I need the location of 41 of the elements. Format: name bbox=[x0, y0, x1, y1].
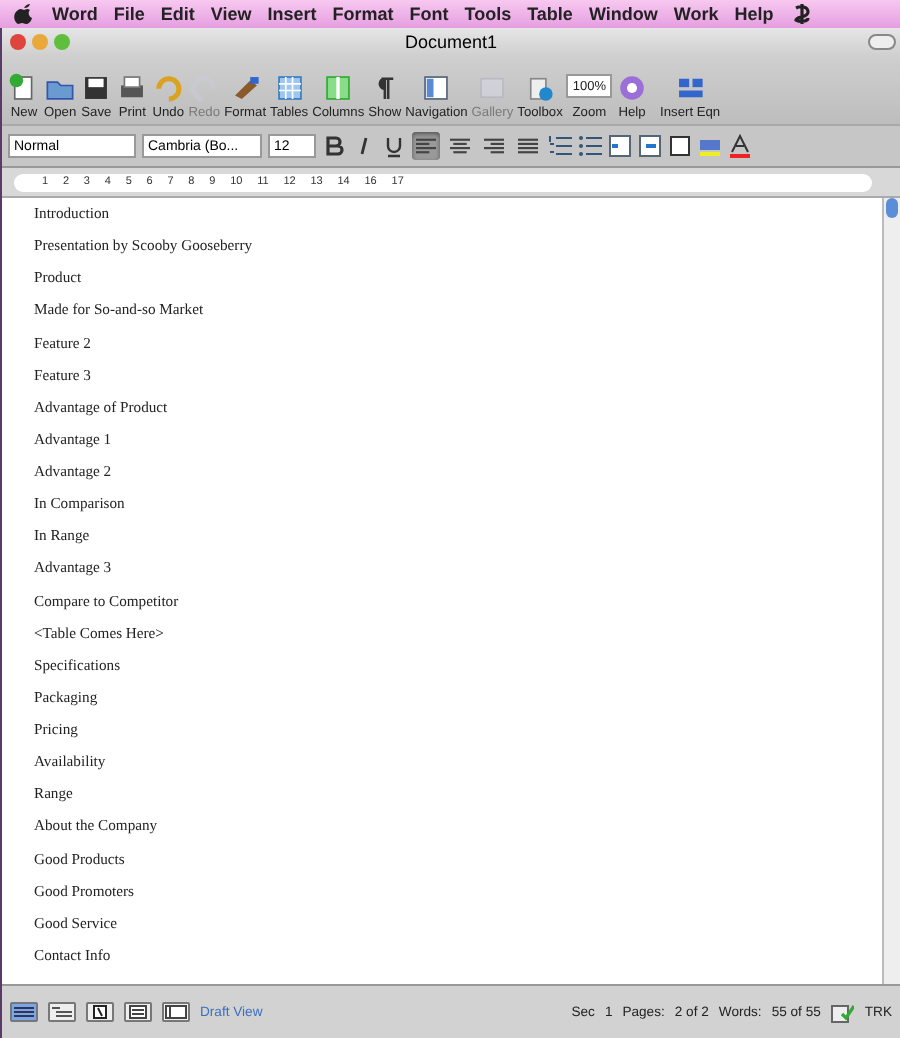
menu-item[interactable]: Window bbox=[588, 4, 658, 24]
underline-icon[interactable] bbox=[382, 134, 406, 158]
book-check-icon[interactable] bbox=[830, 1000, 855, 1024]
notebook-view-button[interactable] bbox=[162, 1002, 190, 1022]
menu-item[interactable]: Insert bbox=[267, 4, 317, 24]
table-grid-icon bbox=[273, 72, 306, 104]
apple-logo-icon[interactable] bbox=[12, 2, 36, 26]
font-color-icon[interactable] bbox=[728, 134, 752, 158]
help-icon bbox=[616, 72, 649, 104]
numbered-list-icon[interactable] bbox=[548, 134, 572, 158]
menu-item[interactable]: Font bbox=[409, 4, 449, 24]
menu-item[interactable]: Edit bbox=[160, 4, 195, 24]
menu-item[interactable]: Tools bbox=[464, 4, 512, 24]
menu-item[interactable]: Help bbox=[734, 4, 774, 24]
menu-item[interactable]: Format bbox=[332, 4, 394, 24]
menu-item[interactable]: Work bbox=[673, 4, 719, 24]
app-menu[interactable]: Word bbox=[52, 4, 98, 24]
paintbrush-icon bbox=[229, 72, 262, 104]
toolbox-icon bbox=[524, 72, 557, 104]
publishing-view-button[interactable] bbox=[86, 1002, 114, 1022]
bold-icon[interactable] bbox=[322, 134, 346, 158]
scroll-thumb[interactable] bbox=[886, 198, 898, 218]
sidebar-panel-icon bbox=[420, 72, 453, 104]
gallery-icon bbox=[476, 72, 509, 104]
draft-view-button[interactable] bbox=[10, 1002, 38, 1022]
window-title: Document1 bbox=[404, 32, 498, 52]
menu-item[interactable]: View bbox=[210, 4, 252, 24]
align-left-button[interactable] bbox=[412, 132, 440, 160]
toolbar-toggle-button[interactable] bbox=[868, 34, 896, 50]
bulleted-list-icon[interactable] bbox=[578, 134, 602, 158]
vertical-scrollbar[interactable] bbox=[882, 198, 900, 984]
menu-item[interactable]: File bbox=[113, 4, 145, 24]
close-button[interactable] bbox=[10, 34, 26, 50]
increase-indent-icon[interactable] bbox=[638, 134, 662, 158]
decrease-indent-icon[interactable] bbox=[608, 134, 632, 158]
script-icon[interactable] bbox=[789, 2, 814, 26]
columns-icon bbox=[322, 72, 355, 104]
outline-view-button[interactable] bbox=[48, 1002, 76, 1022]
menu-item[interactable]: Table bbox=[527, 4, 573, 24]
borders-icon[interactable] bbox=[668, 134, 692, 158]
print-view-button[interactable] bbox=[124, 1002, 152, 1022]
